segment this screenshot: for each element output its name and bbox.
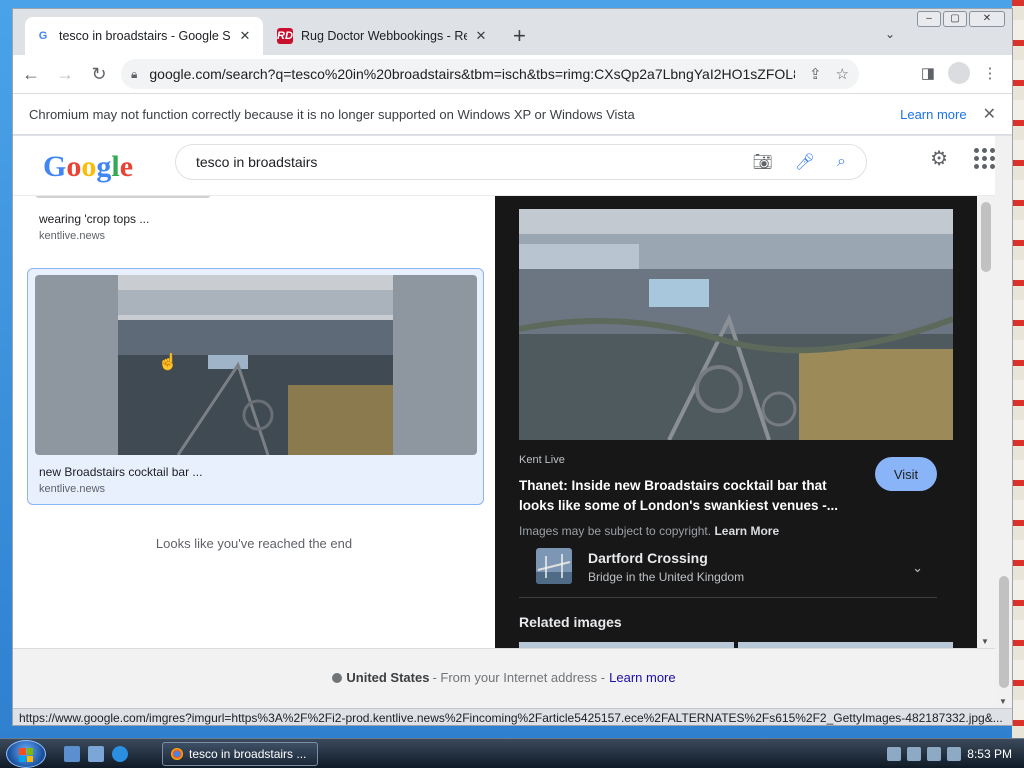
footer-location: United States [346, 670, 430, 685]
result-thumbnail[interactable] [35, 275, 477, 455]
browser-window: G tesco in broadstairs - Google Search ✕… [12, 8, 1013, 726]
search-box[interactable]: tesco in broadstairs 📷︎ 🎤︎ ⌕ [175, 144, 867, 180]
rug-doctor-icon: RD [277, 28, 293, 44]
image-results-column: wearing 'crop tops ... kentlive.news new… [13, 188, 495, 648]
reload-icon[interactable]: ↻ [83, 58, 115, 90]
lock-icon: 🔒︎ [131, 66, 138, 81]
windows-flag-icon [19, 748, 33, 762]
entity-thumbnail [536, 548, 572, 584]
related-images-heading: Related images [519, 614, 622, 630]
system-tray: 8:53 PM [879, 742, 1024, 766]
chevron-down-icon[interactable]: ⌄ [912, 560, 923, 576]
browser-toolbar: ← → ↻ 🔒︎ google.com/search?q=tesco%20in%… [13, 55, 1012, 93]
image-preview-panel: Kent Live Thanet: Inside new Broadstairs… [495, 196, 977, 648]
toolbar-actions: ◨ ⋮ [914, 59, 1004, 87]
microphone-icon[interactable]: 🎤︎ [795, 152, 815, 172]
windows-taskbar: tesco in broadstairs ... 8:53 PM [0, 738, 1024, 768]
back-arrow-icon[interactable]: ← [15, 58, 47, 90]
show-desktop-icon[interactable] [64, 746, 80, 762]
apps-grid-icon[interactable] [974, 148, 995, 169]
preview-image[interactable] [519, 209, 953, 440]
desktop-wallpaper-edge [1012, 0, 1024, 740]
visit-button[interactable]: Visit [875, 457, 937, 491]
internet-explorer-icon[interactable] [112, 746, 128, 762]
page-scroll-down-arrow-icon[interactable]: ▼ [999, 697, 1007, 706]
location-dot-icon [332, 672, 343, 683]
header-actions: ⚙ [930, 146, 995, 171]
infobar-learn-more-link[interactable]: Learn more [900, 107, 966, 122]
entity-name: Dartford Crossing [588, 550, 708, 566]
page-content: Google tesco in broadstairs 📷︎ 🎤︎ ⌕ ⚙ we… [13, 136, 995, 648]
forward-arrow-icon[interactable]: → [49, 58, 81, 90]
copyright-learn-more-link[interactable]: Learn More [714, 524, 779, 538]
selected-result-caption[interactable]: new Broadstairs cocktail bar ... [39, 465, 202, 479]
address-bar[interactable]: 🔒︎ google.com/search?q=tesco%20in%20broa… [121, 59, 859, 89]
maximize-icon[interactable]: ▢ [943, 11, 967, 27]
tab-close-icon[interactable]: ✕ [473, 28, 489, 44]
panel-scrollbar-thumb[interactable] [981, 202, 991, 272]
minimize-icon[interactable]: – [917, 11, 941, 27]
taskbar-item-label: tesco in broadstairs ... [189, 747, 307, 761]
panel-site-name[interactable]: Kent Live [519, 454, 565, 466]
address-url: google.com/search?q=tesco%20in%20broadst… [149, 66, 795, 82]
start-orb-button[interactable] [6, 740, 46, 768]
new-tab-button[interactable]: + [513, 24, 526, 48]
taskbar-chromium-window[interactable]: tesco in broadstairs ... [162, 742, 318, 766]
selected-result-source: kentlive.news [39, 483, 106, 495]
close-window-icon[interactable]: ✕ [969, 11, 1005, 27]
bookmark-star-icon[interactable]: ☆ [836, 65, 849, 83]
profile-avatar-icon[interactable] [948, 62, 970, 84]
clock[interactable]: 8:53 PM [967, 747, 1012, 761]
previous-result-caption[interactable]: wearing 'crop tops ... [39, 212, 149, 226]
tab-strip: G tesco in broadstairs - Google Search ✕… [13, 9, 1012, 55]
tab-rug-doctor[interactable]: RD Rug Doctor Webbookings - Rent ✕ [267, 17, 499, 55]
tab-close-icon[interactable]: ✕ [237, 28, 253, 44]
volume-icon[interactable] [947, 747, 962, 761]
page-scrollbar[interactable]: ▼ [995, 136, 1012, 708]
footer-learn-more-link[interactable]: Learn more [609, 670, 675, 685]
footer-detail: - From your Internet address - [432, 670, 606, 685]
copyright-notice: Images may be subject to copyright. Lear… [519, 524, 780, 538]
window-controls: – ▢ ✕ [917, 11, 1005, 27]
end-of-results-message: Looks like you've reached the end [155, 536, 353, 551]
panel-scrollbar[interactable]: ▼ [977, 196, 995, 648]
google-doodle-logo[interactable]: Google [43, 150, 133, 184]
previous-result-source: kentlive.news [39, 230, 106, 242]
infobar-close-icon[interactable]: ✕ [983, 104, 996, 124]
google-g-icon: G [38, 30, 48, 42]
network-icon[interactable] [927, 747, 942, 761]
hand-cursor-icon: ☝ [158, 354, 178, 371]
scroll-down-arrow-icon[interactable]: ▼ [981, 637, 989, 646]
camera-icon[interactable]: 📷︎ [752, 152, 772, 172]
entity-card-dartford-crossing[interactable]: Dartford Crossing Bridge in the United K… [519, 548, 937, 598]
search-query[interactable]: tesco in broadstairs [196, 154, 730, 170]
side-panel-icon[interactable]: ◨ [914, 59, 942, 87]
aerial-photo-large [519, 209, 953, 440]
tab-title: Rug Doctor Webbookings - Rent [301, 29, 467, 43]
search-icon[interactable]: ⌕ [837, 153, 846, 171]
status-bar-url: https://www.google.com/imgres?imgurl=htt… [13, 708, 1012, 725]
tray-app-icon[interactable] [887, 747, 902, 761]
unsupported-os-infobar: Chromium may not function correctly beca… [13, 93, 1012, 135]
menu-kebab-icon[interactable]: ⋮ [976, 59, 1004, 87]
settings-gear-icon[interactable]: ⚙ [930, 146, 948, 171]
tab-google-search[interactable]: G tesco in broadstairs - Google Search ✕ [25, 17, 263, 55]
page-scrollbar-thumb[interactable] [999, 576, 1009, 688]
panel-headline[interactable]: Thanet: Inside new Broadstairs cocktail … [519, 476, 859, 516]
share-icon[interactable]: ⇪ [809, 65, 822, 83]
google-header: Google tesco in broadstairs 📷︎ 🎤︎ ⌕ ⚙ [13, 136, 995, 196]
entity-description: Bridge in the United Kingdom [588, 570, 745, 584]
switch-windows-icon[interactable] [88, 746, 104, 762]
tab-search-chevron-icon[interactable]: ⌄ [885, 27, 895, 41]
location-footer: United States - From your Internet addre… [13, 648, 995, 708]
tab-title: tesco in broadstairs - Google Search [59, 29, 231, 43]
selected-image-result[interactable]: new Broadstairs cocktail bar ... kentliv… [27, 268, 484, 505]
tray-app-icon[interactable] [907, 747, 922, 761]
infobar-message: Chromium may not function correctly beca… [29, 106, 635, 122]
chromium-icon [171, 748, 183, 760]
